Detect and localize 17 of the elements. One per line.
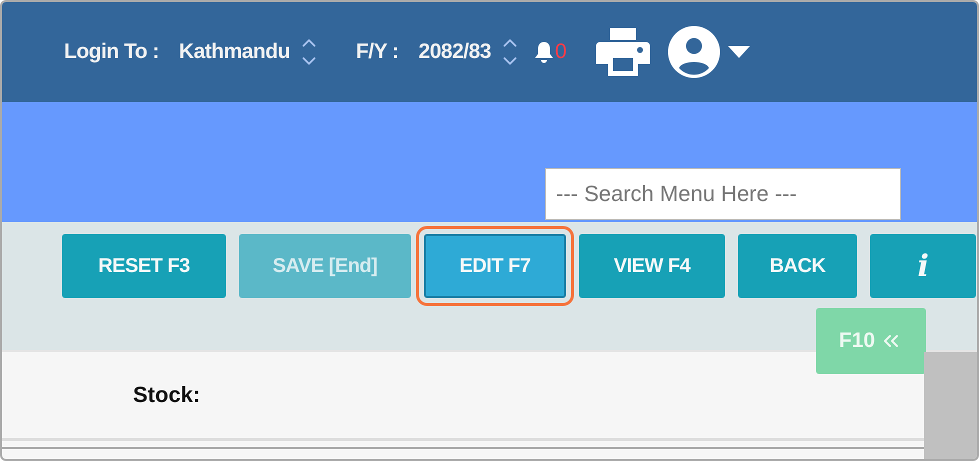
login-label: Login To :	[64, 40, 159, 64]
info-button[interactable]: i	[870, 234, 976, 298]
scrollbar[interactable]	[924, 352, 977, 459]
search-menu-field[interactable]: --- Search Menu Here ---	[545, 168, 901, 220]
stock-label: Stock:	[133, 382, 200, 408]
toolbar-button[interactable]: VIEW F4	[579, 234, 725, 298]
fiscal-year-label: F/Y :	[356, 40, 399, 64]
notification-count: 0	[554, 40, 566, 64]
printer-icon[interactable]	[596, 26, 650, 78]
bell-icon[interactable]	[532, 40, 555, 64]
f10-toggle-button[interactable]: F10	[816, 308, 926, 374]
toolbar-button[interactable]: BACK	[738, 234, 857, 298]
toolbar-button[interactable]: RESET F3	[62, 234, 226, 298]
fiscal-year-value: 2082/83	[418, 40, 491, 64]
branch-value: Kathmandu	[178, 40, 290, 64]
dropdown-caret-icon[interactable]	[728, 46, 750, 58]
user-avatar-icon[interactable]	[668, 26, 720, 78]
